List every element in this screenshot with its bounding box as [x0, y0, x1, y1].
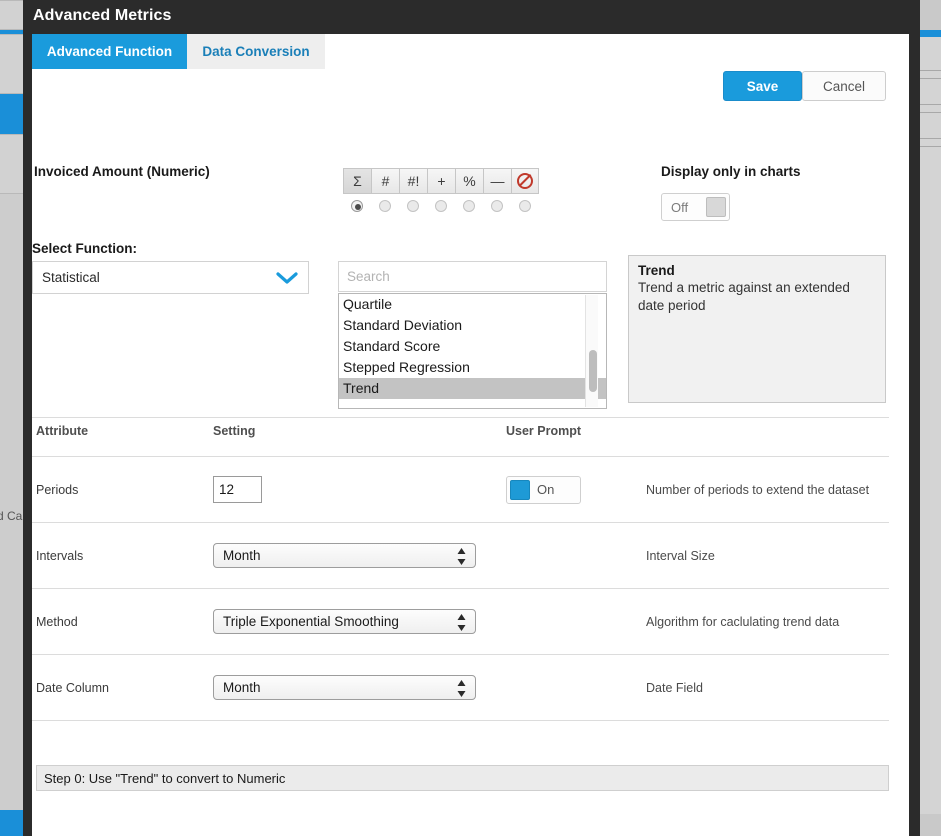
sum-operator-button[interactable]: Σ — [343, 168, 371, 194]
function-list-item[interactable]: Stepped Regression — [339, 357, 606, 378]
screen: d Ca Advanced Metrics Advanced Function … — [0, 0, 941, 836]
background-right-line-2 — [919, 78, 941, 79]
background-right-line-1 — [919, 70, 941, 71]
intervals-select[interactable]: Month — [213, 543, 476, 568]
function-list-item[interactable]: Standard Score — [339, 336, 606, 357]
date-column-select[interactable]: Month — [213, 675, 476, 700]
periods-input[interactable] — [213, 476, 262, 503]
metric-name-label: Invoiced Amount (Numeric) — [34, 164, 210, 179]
attribute-description: Number of periods to extend the dataset — [646, 482, 870, 497]
percent-operator-button[interactable]: % — [455, 168, 483, 194]
advanced-function-panel: Save Cancel Invoiced Amount (Numeric) Σ … — [32, 69, 909, 836]
attribute-name: Periods — [36, 482, 79, 497]
date-column-value: Month — [223, 680, 261, 695]
operator-radio-count[interactable] — [379, 200, 391, 212]
select-function-value: Statistical — [42, 270, 100, 285]
spinner-arrows-icon — [457, 548, 466, 565]
attribute-description: Date Field — [646, 680, 703, 695]
periods-user-prompt-toggle[interactable]: On — [506, 475, 581, 504]
scrollbar-thumb[interactable] — [588, 350, 597, 392]
attributes-table: Attribute Setting User Prompt Periods On… — [32, 417, 889, 721]
chevron-down-icon — [276, 272, 298, 284]
table-row: Periods On Number of periods to extend t… — [32, 457, 889, 522]
operator-radio-none[interactable] — [519, 200, 531, 212]
window-title: Advanced Metrics — [33, 7, 172, 24]
toggle-handle — [706, 197, 726, 217]
background-right-accent — [919, 30, 941, 37]
save-button[interactable]: Save — [723, 71, 802, 101]
display-only-in-charts-label: Display only in charts — [661, 164, 801, 179]
spinner-arrows-icon — [457, 680, 466, 697]
table-row: Intervals Month Interval Size — [32, 523, 889, 588]
function-description-text: Trend a metric against an extended date … — [638, 280, 850, 313]
background-panel-3 — [0, 134, 23, 194]
attribute-description: Algorithm for caclulating trend data — [646, 614, 840, 629]
cancel-button[interactable]: Cancel — [802, 71, 886, 101]
method-select[interactable]: Triple Exponential Smoothing — [213, 609, 476, 634]
operator-radio-sum[interactable] — [351, 200, 363, 212]
function-description-panel: Trend Trend a metric against an extended… — [628, 255, 886, 403]
operator-radio-group — [343, 200, 539, 212]
function-list-scrollbar[interactable] — [585, 295, 598, 407]
background-right-line-5 — [919, 138, 941, 139]
step-bar: Step 0: Use "Trend" to convert to Numeri… — [36, 765, 889, 791]
background-right-line-4 — [919, 112, 941, 113]
operator-toolbar: Σ # #! + % — — [343, 168, 539, 194]
operator-radio-minus[interactable] — [491, 200, 503, 212]
function-list-item-selected[interactable]: Trend — [339, 378, 606, 399]
select-function-label: Select Function: — [32, 241, 138, 256]
table-row: Date Column Month Date Field — [32, 655, 889, 720]
spinner-arrows-icon — [457, 614, 466, 631]
tab-strip-filler — [325, 34, 909, 69]
background-right-panel — [919, 34, 941, 814]
attribute-name: Date Column — [36, 680, 109, 695]
table-divider — [32, 720, 889, 721]
function-list-item[interactable]: Quartile — [339, 294, 606, 315]
table-row: Method Triple Exponential Smoothing Algo… — [32, 589, 889, 654]
none-operator-button[interactable] — [511, 168, 539, 194]
toggle-handle — [510, 479, 530, 500]
step-bar-text: Step 0: Use "Trend" to convert to Numeri… — [44, 770, 286, 786]
tab-data-conversion[interactable]: Data Conversion — [187, 34, 325, 69]
attribute-name: Method — [36, 614, 78, 629]
select-function-dropdown[interactable]: Statistical — [32, 261, 309, 294]
background-panel-2 — [0, 34, 23, 94]
column-header-setting: Setting — [213, 424, 256, 438]
window-frame-right — [909, 34, 920, 836]
display-only-in-charts-state: Off — [671, 199, 689, 215]
tab-advanced-function[interactable]: Advanced Function — [32, 34, 187, 69]
count-distinct-operator-button[interactable]: #! — [399, 168, 427, 194]
tab-strip: Advanced Function Data Conversion — [32, 34, 909, 69]
background-accent-bar-bottom — [0, 810, 23, 836]
column-header-user-prompt: User Prompt — [506, 424, 582, 438]
function-list[interactable]: Quartile Standard Deviation Standard Sco… — [338, 293, 607, 409]
function-list-item[interactable]: Standard Deviation — [339, 315, 606, 336]
function-description-title: Trend — [638, 263, 675, 278]
background-right-line-3 — [919, 104, 941, 105]
operator-radio-count-distinct[interactable] — [407, 200, 419, 212]
operator-radio-percent[interactable] — [463, 200, 475, 212]
attribute-description: Interval Size — [646, 548, 715, 563]
intervals-value: Month — [223, 548, 261, 563]
table-header-row: Attribute Setting User Prompt — [32, 418, 889, 456]
count-operator-button[interactable]: # — [371, 168, 399, 194]
plus-operator-button[interactable]: + — [427, 168, 455, 194]
window-titlebar: Advanced Metrics — [23, 0, 920, 34]
background-right-line-6 — [919, 146, 941, 147]
operator-radio-plus[interactable] — [435, 200, 447, 212]
search-input[interactable] — [338, 261, 607, 292]
background-clipped-label: d Ca — [0, 509, 23, 523]
display-only-in-charts-toggle[interactable]: Off — [661, 193, 730, 221]
attribute-name: Intervals — [36, 548, 84, 563]
background-panel-1 — [0, 0, 23, 30]
minus-operator-button[interactable]: — — [483, 168, 511, 194]
window-frame-left — [23, 34, 32, 836]
column-header-attribute: Attribute — [36, 424, 89, 438]
method-value: Triple Exponential Smoothing — [223, 614, 399, 629]
no-entry-icon — [517, 173, 533, 189]
background-selected-item — [0, 94, 23, 134]
